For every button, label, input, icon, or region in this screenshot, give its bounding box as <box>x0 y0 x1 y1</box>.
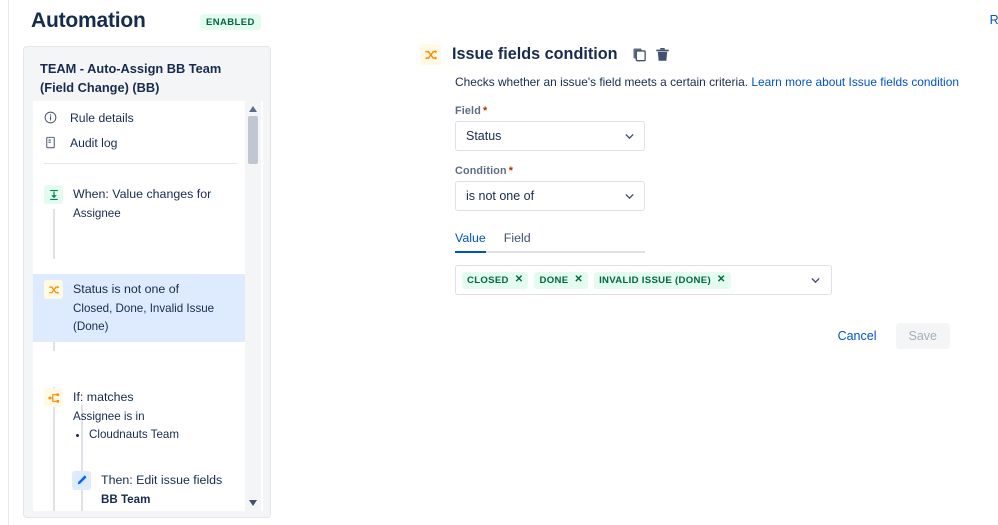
value-chip-label: INVALID ISSUE (DONE) <box>599 274 711 286</box>
value-multiselect[interactable]: CLOSED ✕ DONE ✕ INVALID ISSUE (DONE) ✕ <box>455 265 832 295</box>
tree-step-title: Then: Edit issue fields <box>101 472 223 487</box>
tree-step-subtitle: Closed, Done, Invalid Issue (Done) <box>73 302 215 333</box>
condition-select-value: is not one of <box>466 189 535 203</box>
info-circle-icon <box>44 111 57 124</box>
top-bar: Automation ENABLED Retu <box>9 0 998 45</box>
condition-label: Condition * <box>455 165 980 177</box>
trash-icon[interactable] <box>655 47 670 62</box>
chevron-down-icon <box>625 193 634 200</box>
remove-chip-icon[interactable]: ✕ <box>717 275 726 285</box>
tree-step-subtitle: Assignee is in <box>73 410 145 424</box>
detail-header: Issue fields condition <box>420 44 980 65</box>
chevron-down-icon <box>625 133 634 140</box>
sidebar-scrollbar[interactable] <box>245 101 261 511</box>
value-field-tabs: Value Field <box>455 231 645 253</box>
field-select[interactable]: Status <box>455 121 645 151</box>
tree-step-bullet: Cloudnauts Team <box>89 426 247 443</box>
left-rail <box>0 0 9 525</box>
branch-icon <box>44 388 63 408</box>
condition-form: Field * Status Condition * is not one of V… <box>455 105 980 295</box>
rule-sidebar: TEAM - Auto-Assign BB Team (Field Change… <box>23 46 271 518</box>
condition-icon <box>420 44 441 65</box>
condition-label-text: Condition <box>455 165 507 177</box>
detail-description: Checks whether an issue's field meets a … <box>455 75 980 89</box>
value-chip: DONE ✕ <box>534 271 589 289</box>
tree-step-then-action[interactable]: Then: Edit issue fields BB Team <box>33 470 247 508</box>
tree-step-title: Status is not one of <box>73 282 180 297</box>
detail-description-text: Checks whether an issue's field meets a … <box>455 75 752 89</box>
tree-step-subtitle: BB Team <box>101 492 151 506</box>
scroll-down-icon[interactable] <box>248 499 258 507</box>
value-chip-label: CLOSED <box>467 274 509 286</box>
save-button[interactable]: Save <box>895 323 950 349</box>
chevron-down-icon[interactable] <box>810 275 821 286</box>
automation-rule-editor-page: Automation ENABLED Retu TEAM - Auto-Assi… <box>0 0 998 525</box>
value-chip: INVALID ISSUE (DONE) ✕ <box>594 271 731 289</box>
scrollbar-thumb[interactable] <box>248 116 258 164</box>
tree-step-bullets: Cloudnauts Team <box>44 426 247 443</box>
condition-detail-pane: Issue fields condition Checks whether an… <box>420 44 980 349</box>
document-icon <box>46 136 55 149</box>
cancel-button[interactable]: Cancel <box>829 323 886 349</box>
status-badge: ENABLED <box>200 14 261 30</box>
tree-step-if-branch[interactable]: If: matches Assignee is in Cloudnauts Te… <box>33 388 247 443</box>
rule-tree: Rule details Audit log When: Value chang… <box>33 101 263 511</box>
tree-step-condition[interactable]: Status is not one of Closed, Done, Inval… <box>33 274 247 343</box>
condition-icon <box>44 280 63 300</box>
required-marker: * <box>508 165 514 177</box>
value-chip: CLOSED ✕ <box>462 271 529 289</box>
remove-chip-icon[interactable]: ✕ <box>515 275 524 285</box>
sidebar-divider <box>44 163 237 164</box>
tree-step-trigger[interactable]: When: Value changes for Assignee <box>33 185 247 222</box>
field-select-value: Status <box>466 129 502 143</box>
sidebar-item-label: Rule details <box>70 110 134 125</box>
tree-step-title: If: matches <box>73 390 134 405</box>
form-footer: Cancel Save <box>455 323 950 349</box>
sidebar-item-audit-log[interactable]: Audit log <box>33 130 247 155</box>
field-label: Field * <box>455 105 980 117</box>
detail-actions <box>632 47 670 62</box>
tree-step-title: When: Value changes for <box>73 187 212 201</box>
remove-chip-icon[interactable]: ✕ <box>574 275 583 285</box>
value-chip-label: DONE <box>539 274 569 286</box>
sidebar-item-label: Audit log <box>70 135 118 150</box>
condition-select[interactable]: is not one of <box>455 181 645 211</box>
detail-title: Issue fields condition <box>452 45 618 63</box>
trigger-icon <box>44 185 63 204</box>
required-marker: * <box>482 105 488 117</box>
pencil-icon <box>72 470 91 490</box>
scroll-up-icon[interactable] <box>248 105 258 113</box>
tab-value[interactable]: Value <box>455 231 486 253</box>
rule-title: TEAM - Auto-Assign BB Team (Field Change… <box>40 61 222 95</box>
duplicate-icon[interactable] <box>632 47 647 62</box>
return-link[interactable]: Retu <box>990 13 998 27</box>
learn-more-link[interactable]: Learn more about Issue fields condition <box>751 75 959 89</box>
page-title: Automation <box>31 9 146 32</box>
tab-field[interactable]: Field <box>504 231 531 251</box>
tree-step-subtitle: Assignee <box>73 207 121 220</box>
sidebar-item-rule-details[interactable]: Rule details <box>33 105 247 130</box>
field-label-text: Field <box>455 105 481 117</box>
